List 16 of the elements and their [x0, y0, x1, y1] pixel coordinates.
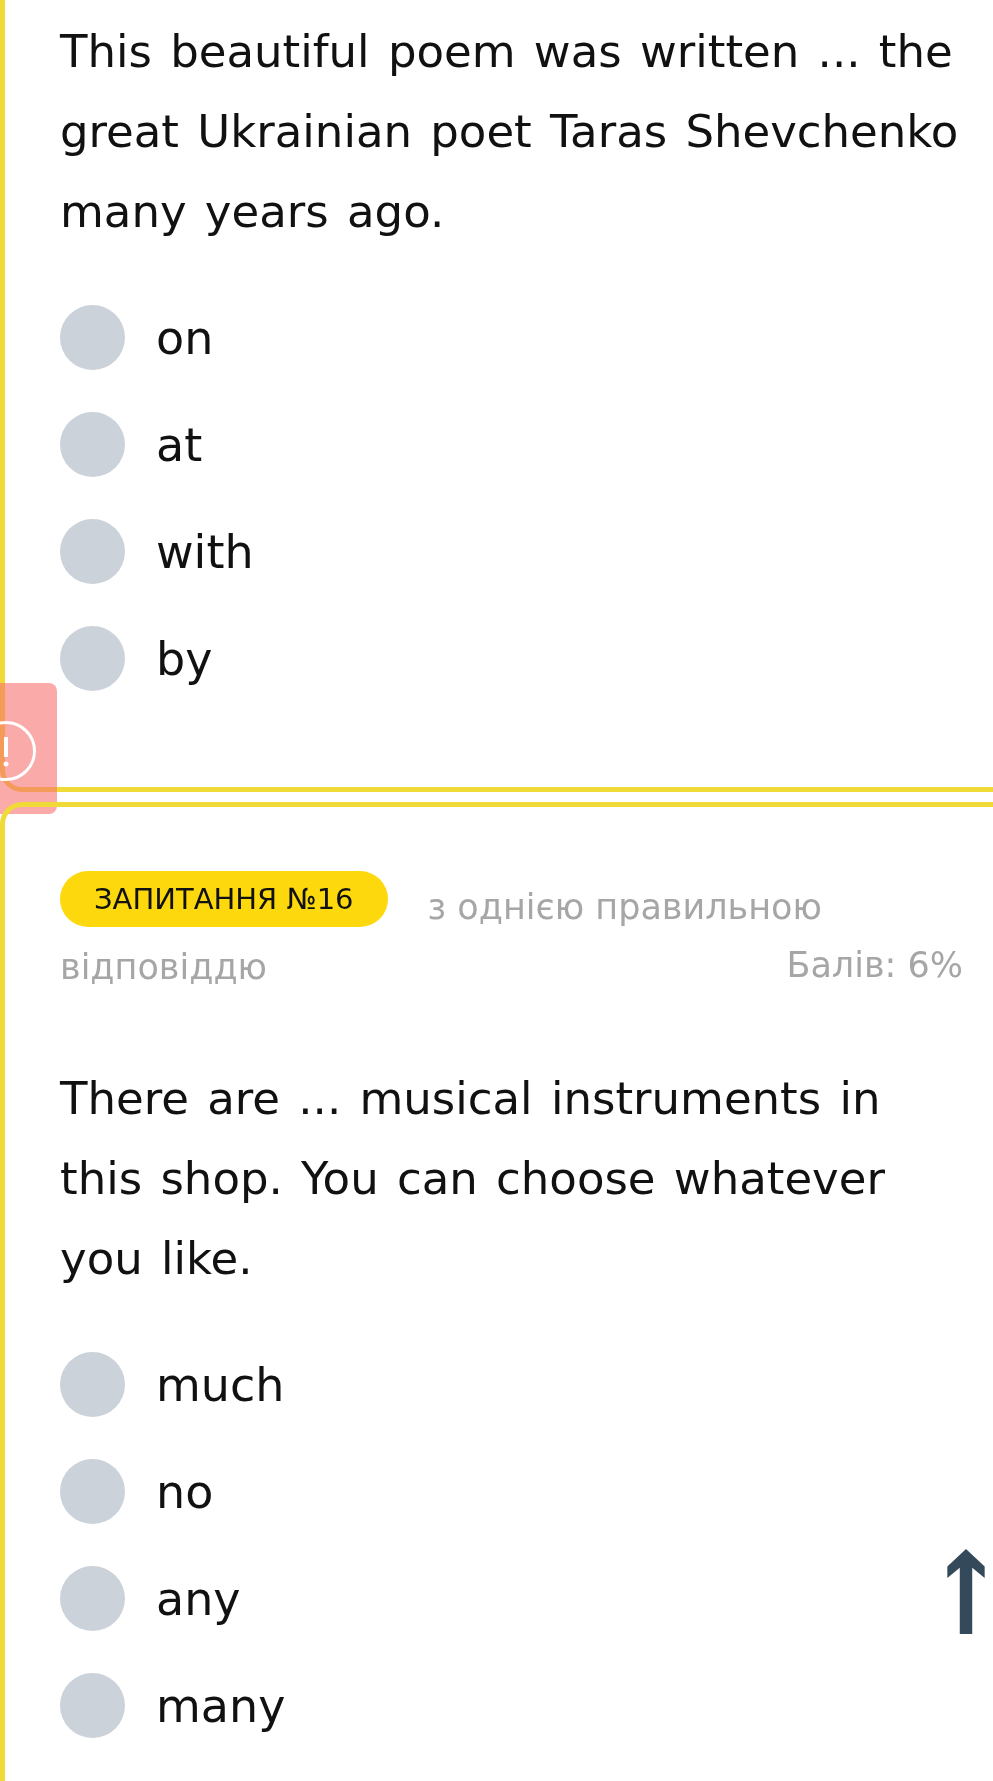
option-label[interactable]: any	[156, 1566, 241, 1631]
option-label[interactable]: by	[156, 626, 213, 691]
question-number-badge: ЗАПИТАННЯ №16	[60, 871, 388, 927]
score-text: Балів: 6%	[786, 944, 963, 987]
option-label[interactable]: much	[156, 1352, 285, 1417]
question-type: з однією правильною	[427, 886, 822, 929]
option-label[interactable]: on	[156, 305, 214, 370]
option-label[interactable]: with	[156, 519, 254, 584]
warning-tab[interactable]	[0, 683, 57, 814]
question-text: There are ... musical instruments in this shop. You can choose whatever you like.	[60, 1071, 886, 1287]
option-label[interactable]: no	[156, 1459, 214, 1524]
scroll-to-top-arrow-icon[interactable]	[947, 1549, 985, 1634]
question-type: відповіддю	[60, 946, 268, 989]
option-label[interactable]: at	[156, 412, 203, 477]
option-label[interactable]: many	[156, 1673, 286, 1738]
question-text: This beautiful poem was written ... the great Ukrainian poet Taras Shevchenko many years ago.	[60, 24, 960, 240]
